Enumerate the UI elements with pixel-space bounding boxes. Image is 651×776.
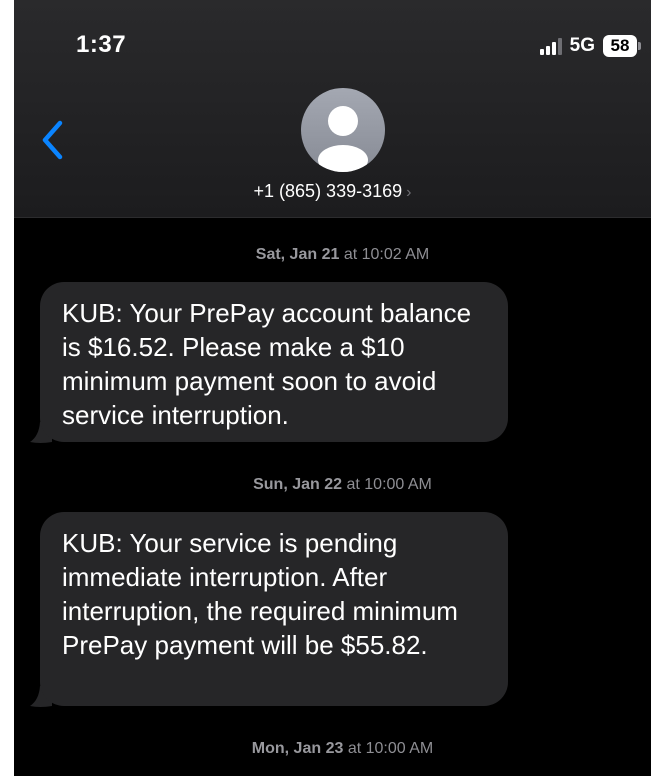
status-time: 1:37 [76,31,127,58]
battery-level: 58 [603,35,637,57]
contact-name-button[interactable]: +1 (865) 339-3169 › [14,181,651,202]
cellular-signal-icon [539,37,562,55]
battery-icon: 58 [603,35,641,57]
contact-avatar[interactable] [301,88,385,172]
message-bubble[interactable]: KUB: Your service is pending immediate i… [40,512,508,706]
timestamp-time: at 10:02 AM [343,246,430,263]
timestamp-date: Sun, Jan 22 [253,476,343,493]
message-timestamp: Sat, Jan 21 at 10:02 AM [14,246,651,264]
person-icon [318,106,368,172]
timestamp-time: at 10:00 AM [347,740,434,757]
message-bubble[interactable]: KUB: Your PrePay account balance is $16.… [40,282,508,442]
messages-screen: 1:37 5G 58 +1 (865) 339-3169 › Sat, Jan … [14,0,651,776]
contact-name: +1 (865) 339-3169 [253,181,403,201]
timestamp-date: Mon, Jan 23 [251,740,344,757]
message-text: KUB: Your service is pending immediate i… [62,528,458,660]
network-type: 5G [569,35,595,56]
chevron-right-icon: › [406,184,412,201]
timestamp-date: Sat, Jan 21 [255,246,340,263]
back-button[interactable] [38,118,68,162]
conversation-header: 1:37 5G 58 +1 (865) 339-3169 › [14,0,651,218]
status-indicators: 5G 58 [539,33,641,59]
message-text: KUB: Your PrePay account balance is $16.… [62,298,472,430]
chevron-left-icon [42,120,63,160]
timestamp-time: at 10:00 AM [346,476,432,493]
message-timestamp: Sun, Jan 22 at 10:00 AM [14,476,651,494]
message-timestamp: Mon, Jan 23 at 10:00 AM [14,740,651,758]
